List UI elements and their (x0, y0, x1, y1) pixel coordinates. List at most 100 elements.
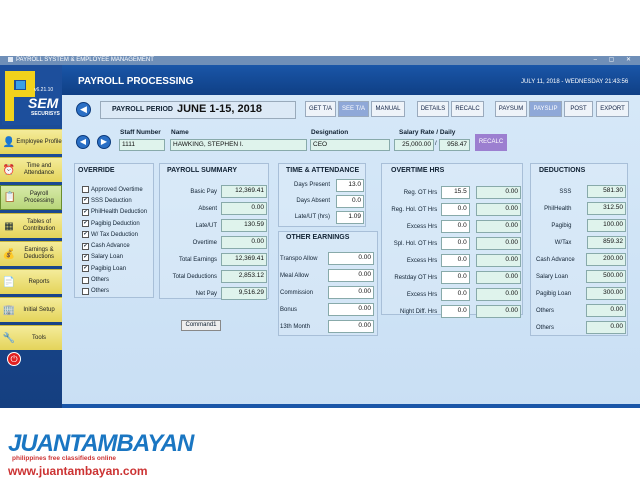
command1-button[interactable]: Command1 (181, 320, 221, 331)
sidebar-item-time-attendance[interactable]: ⏰ Time and Attendance (0, 157, 62, 182)
overtime-hrs[interactable]: 0.0 (441, 237, 470, 250)
salary-rate-field[interactable]: 25,000.00 (394, 139, 434, 151)
other-earnings-value[interactable]: 0.00 (328, 252, 374, 265)
deduction-value[interactable]: 300.00 (585, 287, 626, 300)
overtime-label: Reg. Hol. OT Hrs (391, 206, 438, 213)
recalc-rate-button[interactable]: RECALC (475, 134, 507, 151)
override-checkbox[interactable]: ✔ Cash Advance (82, 240, 157, 251)
override-label: Others (91, 277, 110, 284)
deduction-label: Others (536, 324, 555, 331)
manual-button[interactable]: MANUAL (371, 101, 405, 117)
overtime-amount[interactable]: 0.00 (475, 237, 522, 250)
window-controls[interactable]: – ▢ ✕ (594, 56, 636, 65)
sidebar-item-initial-setup[interactable]: 🏢 Initial Setup (0, 297, 62, 322)
overtime-amount[interactable]: 0.00 (475, 271, 522, 284)
deduction-value[interactable]: 0.00 (585, 321, 626, 334)
post-button[interactable]: POST (564, 101, 593, 117)
summary-value[interactable]: 12,369.41 (221, 253, 267, 266)
export-button[interactable]: EXPORT (596, 101, 629, 117)
summary-row: Total Earnings 12,369.41 (159, 251, 267, 268)
checkbox-icon (82, 186, 89, 194)
ta-label: Days Present (293, 182, 330, 188)
overtime-amount[interactable]: 0.00 (475, 203, 522, 216)
overtime-amount[interactable]: 0.00 (475, 305, 522, 318)
get-ta-button[interactable]: GET T/A (305, 101, 336, 117)
overtime-amount[interactable]: 0.00 (475, 220, 522, 233)
summary-value[interactable]: 12,369.41 (221, 185, 267, 198)
power-icon[interactable]: ⏻ (7, 352, 21, 366)
other-earnings-value[interactable]: 0.00 (328, 320, 374, 333)
overtime-amount[interactable]: 0.00 (475, 186, 522, 199)
other-earnings-value[interactable]: 0.00 (328, 286, 374, 299)
other-earnings-value[interactable]: 0.00 (328, 303, 374, 316)
logo-name: SEM (28, 95, 59, 111)
other-earnings-label: Transpo Allow (280, 255, 318, 262)
overtime-row: Night Diff. Hrs 0.0 0.00 (383, 303, 522, 320)
daily-rate-field[interactable]: 958.47 (439, 139, 470, 151)
sidebar-item-tools[interactable]: 🔧 Tools (0, 325, 62, 350)
prev-employee-icon[interactable]: ◀ (76, 135, 90, 149)
overtime-hrs[interactable]: 0.0 (441, 288, 470, 301)
overtime-hrs[interactable]: 0.0 (441, 220, 470, 233)
overtime-label: Reg. OT Hrs (403, 189, 438, 196)
recalc-button[interactable]: RECALC (451, 101, 484, 117)
checkbox-icon (82, 276, 89, 284)
ta-row: Late/UT (hrs) 1.09 (278, 209, 364, 225)
deduction-label: Others (536, 307, 555, 314)
override-checkbox[interactable]: ✔ PhilHealth Deduction (82, 207, 157, 218)
deduction-value[interactable]: 0.00 (585, 304, 626, 317)
deduction-value[interactable]: 859.32 (587, 236, 626, 249)
deduction-value[interactable]: 100.00 (587, 219, 626, 232)
ta-value[interactable]: 13.0 (336, 178, 364, 192)
overtime-amount[interactable]: 0.00 (475, 254, 522, 267)
override-checkbox[interactable]: ✔ Pagibig Loan (82, 263, 157, 274)
other-earnings-list: Transpo Allow 0.00 Meal Allow 0.00 Commissio… (280, 250, 376, 335)
checkbox-icon: ✔ (82, 265, 89, 273)
overtime-hrs[interactable]: 0.0 (441, 254, 470, 267)
summary-value[interactable]: 9,516.29 (221, 287, 267, 300)
sidebar-item-earnings-deductions[interactable]: 💰 Earnings & Deductions (0, 241, 62, 266)
details-button[interactable]: DETAILS (417, 101, 449, 117)
ta-value[interactable]: 0.0 (336, 194, 364, 208)
other-earnings-row: Transpo Allow 0.00 (280, 250, 376, 267)
overtime-hrs[interactable]: 0.0 (441, 271, 470, 284)
back-arrow-icon[interactable]: ◀ (76, 102, 91, 117)
deduction-value[interactable]: 312.50 (587, 202, 626, 215)
summary-value[interactable]: 0.00 (221, 202, 267, 215)
sidebar-item-tables-contribution[interactable]: ▦ Tables of Contribution (0, 213, 62, 238)
ta-value[interactable]: 1.09 (336, 210, 364, 224)
override-checkbox[interactable]: Others (82, 274, 157, 285)
summary-value[interactable]: 0.00 (221, 236, 267, 249)
summary-value[interactable]: 130.59 (221, 219, 267, 232)
checkbox-icon (82, 287, 89, 295)
deduction-label: PhilHealth (544, 205, 572, 212)
overtime-hrs[interactable]: 0.0 (441, 203, 470, 216)
override-checkbox[interactable]: ✔ SSS Deduction (82, 195, 157, 206)
page-title: PAYROLL PROCESSING (78, 76, 194, 87)
override-checkbox[interactable]: Approved Overtime (82, 184, 157, 195)
designation-field[interactable]: CEO (310, 139, 390, 151)
deduction-value[interactable]: 581.30 (587, 185, 626, 198)
overtime-hrs[interactable]: 15.5 (441, 186, 470, 199)
overtime-hrs[interactable]: 0.0 (441, 305, 470, 318)
override-checkbox[interactable]: Others (82, 286, 157, 297)
deduction-value[interactable]: 500.00 (585, 270, 626, 283)
sidebar-item-payroll-processing[interactable]: 📋 Payroll Processing (0, 185, 62, 210)
override-checkbox[interactable]: ✔ Pagibig Deduction (82, 218, 157, 229)
override-label: Others (91, 288, 110, 295)
deduction-value[interactable]: 200.00 (585, 253, 626, 266)
staff-number-field[interactable]: 1111 (119, 139, 165, 151)
next-employee-icon[interactable]: ▶ (97, 135, 111, 149)
other-earnings-value[interactable]: 0.00 (328, 269, 374, 282)
override-checkbox[interactable]: ✔ Salary Loan (82, 252, 157, 263)
see-ta-button[interactable]: SEE T/A (338, 101, 369, 117)
sidebar-item-employee-profile[interactable]: 👤 Employee Profile (0, 129, 62, 154)
ta-row: Days Absent 0.0 (278, 193, 364, 209)
override-checkbox[interactable]: ✔ W/ Tax Deduction (82, 229, 157, 240)
summary-value[interactable]: 2,853.12 (221, 270, 267, 283)
payslip-button[interactable]: PAYSLIP (529, 101, 562, 117)
name-field[interactable]: HAWKING, STEPHEN I. (170, 139, 307, 151)
overtime-amount[interactable]: 0.00 (475, 288, 522, 301)
paysum-button[interactable]: PAYSUM (495, 101, 527, 117)
sidebar-item-reports[interactable]: 📄 Reports (0, 269, 62, 294)
